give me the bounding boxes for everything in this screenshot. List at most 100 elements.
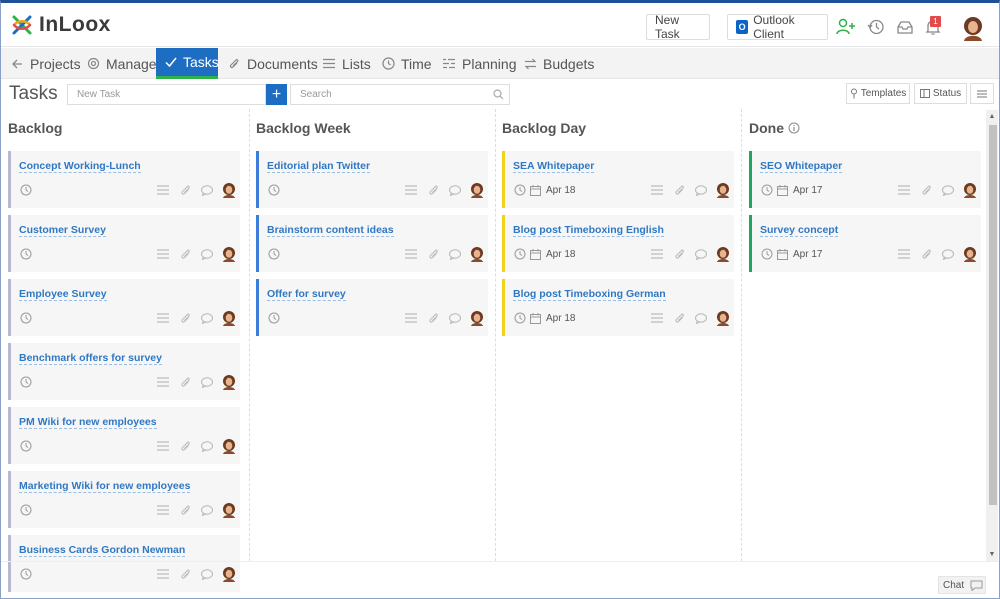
outlook-client-button[interactable]: O Outlook Client — [727, 13, 828, 41]
assignee-avatar[interactable] — [470, 182, 484, 198]
paperclip-icon[interactable] — [672, 311, 686, 325]
checklist-icon[interactable] — [897, 247, 911, 261]
clock-icon[interactable] — [513, 184, 526, 197]
assignee-avatar[interactable] — [470, 246, 484, 262]
scroll-down-arrow[interactable]: ▼ — [987, 549, 997, 559]
checklist-icon[interactable] — [650, 311, 664, 325]
task-card[interactable]: Marketing Wiki for new employees — [8, 471, 240, 528]
assignee-avatar[interactable] — [963, 182, 977, 198]
comment-icon[interactable] — [941, 247, 955, 261]
nav-planning[interactable]: Planning — [442, 48, 517, 79]
comment-icon[interactable] — [200, 247, 214, 261]
paperclip-icon[interactable] — [178, 375, 192, 389]
paperclip-icon[interactable] — [426, 183, 440, 197]
assignee-avatar[interactable] — [963, 246, 977, 262]
paperclip-icon[interactable] — [178, 311, 192, 325]
assignee-avatar[interactable] — [222, 438, 236, 454]
task-title-link[interactable]: Editorial plan Twitter — [267, 160, 371, 173]
nav-projects[interactable]: Projects — [10, 48, 81, 79]
checklist-icon[interactable] — [156, 567, 170, 581]
assignee-avatar[interactable] — [222, 374, 236, 390]
paperclip-icon[interactable] — [178, 567, 192, 581]
new-task-input[interactable]: New Task — [67, 84, 266, 105]
paperclip-icon[interactable] — [178, 439, 192, 453]
task-card[interactable]: Survey concept Apr 17 — [749, 215, 981, 272]
task-card[interactable]: Brainstorm content ideas — [256, 215, 488, 272]
clock-icon[interactable] — [513, 312, 526, 325]
new-task-button[interactable]: New Task — [646, 13, 710, 41]
scroll-up-arrow[interactable]: ▲ — [987, 111, 997, 121]
task-title-link[interactable]: Survey concept — [760, 224, 839, 237]
clock-icon[interactable] — [267, 248, 280, 261]
assignee-avatar[interactable] — [716, 310, 730, 326]
clock-icon[interactable] — [19, 312, 32, 325]
checklist-icon[interactable] — [156, 247, 170, 261]
clock-icon[interactable] — [513, 248, 526, 261]
assignee-avatar[interactable] — [716, 246, 730, 262]
comment-icon[interactable] — [448, 311, 462, 325]
task-card[interactable]: Concept Working-Lunch — [8, 151, 240, 208]
paperclip-icon[interactable] — [178, 247, 192, 261]
checklist-icon[interactable] — [650, 247, 664, 261]
comment-icon[interactable] — [941, 183, 955, 197]
chat-button[interactable]: Chat — [938, 576, 986, 594]
add-task-button[interactable]: + — [266, 84, 287, 105]
checklist-icon[interactable] — [897, 183, 911, 197]
comment-icon[interactable] — [200, 311, 214, 325]
task-title-link[interactable]: Concept Working-Lunch — [19, 160, 141, 173]
paperclip-icon[interactable] — [178, 183, 192, 197]
checklist-icon[interactable] — [156, 311, 170, 325]
nav-time[interactable]: Time — [381, 48, 432, 79]
info-icon[interactable] — [788, 122, 800, 134]
add-user-icon[interactable] — [836, 17, 856, 37]
comment-icon[interactable] — [200, 439, 214, 453]
task-card[interactable]: Blog post Timeboxing English Apr 18 — [502, 215, 734, 272]
paperclip-icon[interactable] — [426, 247, 440, 261]
assignee-avatar[interactable] — [222, 502, 236, 518]
task-title-link[interactable]: Blog post Timeboxing German — [513, 288, 666, 301]
clock-icon[interactable] — [267, 312, 280, 325]
paperclip-icon[interactable] — [426, 311, 440, 325]
search-icon[interactable] — [488, 85, 508, 104]
paperclip-icon[interactable] — [919, 247, 933, 261]
scrollbar-thumb[interactable] — [989, 125, 997, 505]
task-title-link[interactable]: Marketing Wiki for new employees — [19, 480, 191, 493]
clock-icon[interactable] — [19, 568, 32, 581]
task-title-link[interactable]: SEO Whitepaper — [760, 160, 843, 173]
task-title-link[interactable]: SEA Whitepaper — [513, 160, 595, 173]
checklist-icon[interactable] — [404, 247, 418, 261]
history-icon[interactable] — [866, 17, 886, 37]
clock-icon[interactable] — [760, 248, 773, 261]
assignee-avatar[interactable] — [222, 246, 236, 262]
task-card[interactable]: Blog post Timeboxing German Apr 18 — [502, 279, 734, 336]
task-title-link[interactable]: Employee Survey — [19, 288, 107, 301]
assignee-avatar[interactable] — [222, 182, 236, 198]
task-card[interactable]: Business Cards Gordon Newman — [8, 535, 240, 592]
comment-icon[interactable] — [448, 247, 462, 261]
task-title-link[interactable]: Business Cards Gordon Newman — [19, 544, 186, 557]
comment-icon[interactable] — [200, 183, 214, 197]
assignee-avatar[interactable] — [222, 310, 236, 326]
comment-icon[interactable] — [200, 567, 214, 581]
inbox-icon[interactable] — [895, 17, 915, 37]
more-menu-button[interactable] — [970, 83, 994, 104]
clock-icon[interactable] — [19, 248, 32, 261]
task-title-link[interactable]: Blog post Timeboxing English — [513, 224, 664, 237]
comment-icon[interactable] — [448, 183, 462, 197]
task-card[interactable]: PM Wiki for new employees — [8, 407, 240, 464]
task-card[interactable]: Employee Survey — [8, 279, 240, 336]
task-card[interactable]: Customer Survey — [8, 215, 240, 272]
assignee-avatar[interactable] — [470, 310, 484, 326]
nav-tasks[interactable]: Tasks — [156, 48, 219, 79]
task-title-link[interactable]: Benchmark offers for survey — [19, 352, 162, 365]
comment-icon[interactable] — [200, 503, 214, 517]
checklist-icon[interactable] — [156, 439, 170, 453]
task-card[interactable]: SEO Whitepaper Apr 17 — [749, 151, 981, 208]
clock-icon[interactable] — [760, 184, 773, 197]
status-button[interactable]: Status — [914, 83, 967, 104]
checklist-icon[interactable] — [156, 183, 170, 197]
logo[interactable]: InLoox — [11, 12, 111, 38]
clock-icon[interactable] — [19, 184, 32, 197]
paperclip-icon[interactable] — [178, 503, 192, 517]
paperclip-icon[interactable] — [672, 247, 686, 261]
